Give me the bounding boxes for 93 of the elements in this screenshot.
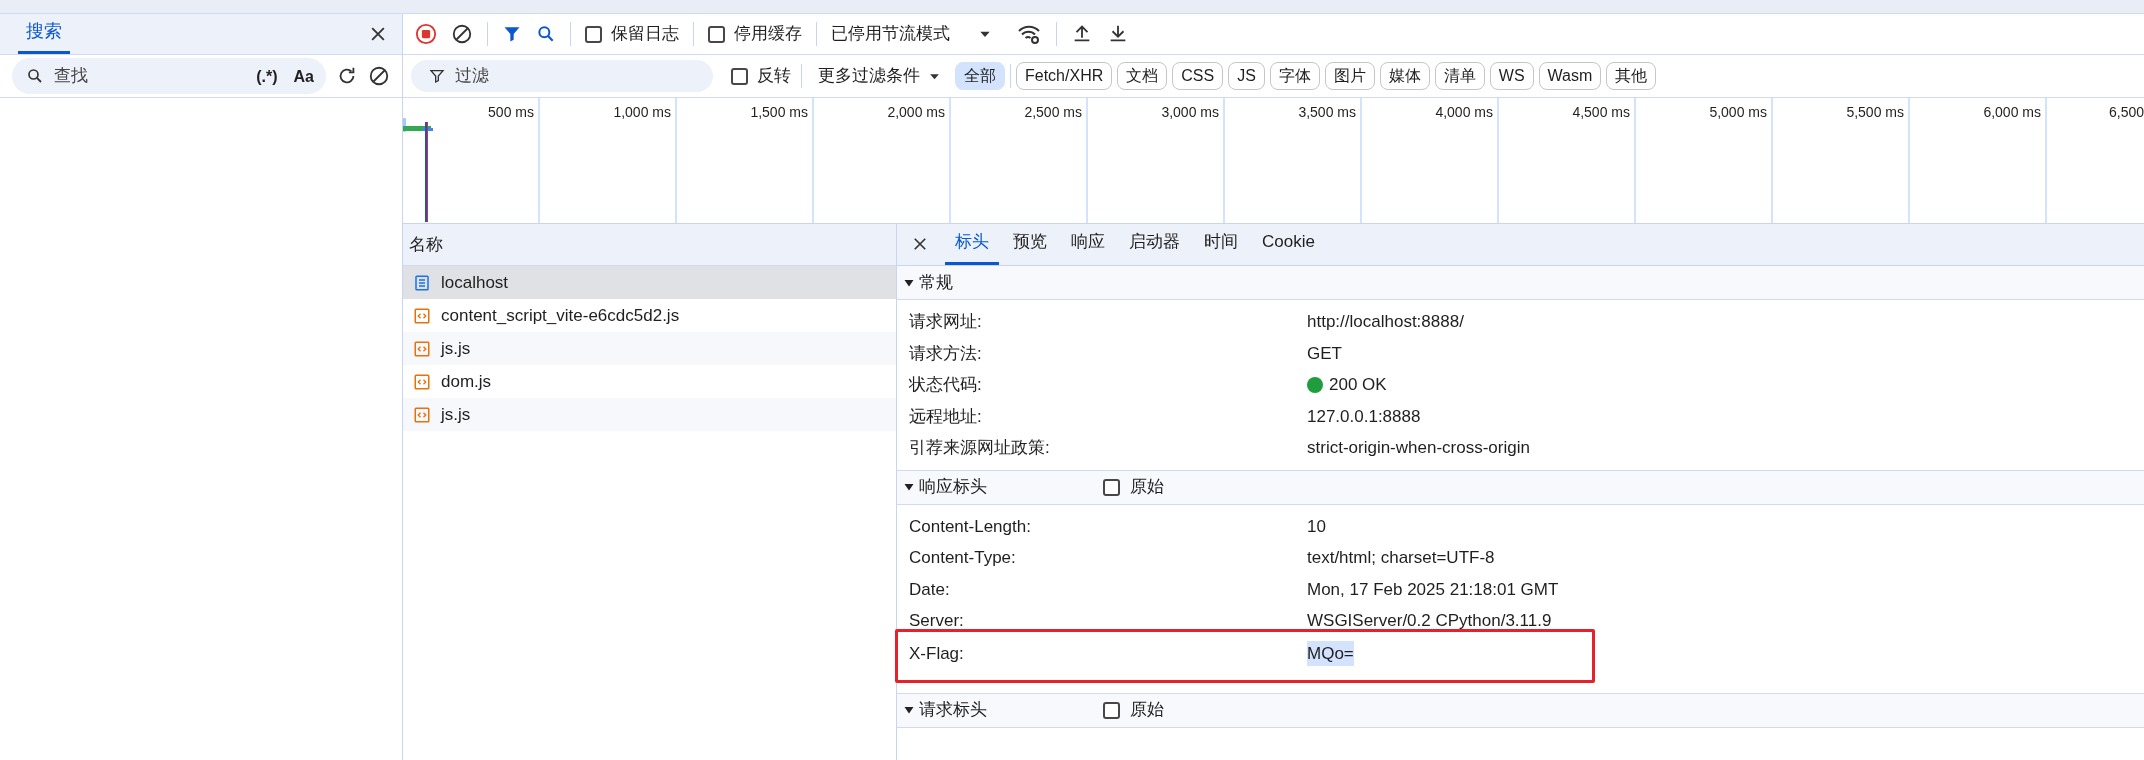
- timeline-tick: 2,500 ms: [1024, 103, 1082, 122]
- timeline-tick: 500 ms: [488, 103, 534, 122]
- type-filter-chip[interactable]: 图片: [1324, 62, 1375, 90]
- details-tab[interactable]: Cookie: [1252, 228, 1325, 265]
- script-icon[interactable]: [413, 339, 431, 358]
- timeline-tick: 6,500: [2108, 103, 2144, 122]
- details-tab[interactable]: 启动器: [1119, 228, 1190, 265]
- checkbox[interactable]: [731, 67, 748, 85]
- throttle-dropdown[interactable]: 已停用节流模式: [831, 21, 992, 47]
- type-filter-chip[interactable]: Wasm: [1538, 62, 1602, 90]
- timeline-tick: 3,500 ms: [1298, 103, 1356, 122]
- header-value: Mon, 17 Feb 2025 21:18:01 GMT: [1307, 578, 1559, 601]
- search-tab[interactable]: 搜索: [18, 18, 70, 54]
- timeline-tick: 6,000 ms: [1983, 103, 2041, 122]
- type-filter-chip[interactable]: CSS: [1172, 62, 1224, 90]
- header-name: Server:: [909, 610, 965, 632]
- filter-field[interactable]: 过滤: [411, 60, 713, 92]
- checkbox[interactable]: [708, 25, 725, 43]
- section-header[interactable]: 响应标头: [903, 474, 1103, 500]
- timeline-tick: 3,000 ms: [1161, 103, 1219, 122]
- type-filter-chip[interactable]: Fetch/XHR: [1016, 62, 1113, 90]
- clear-icon[interactable]: [451, 23, 473, 45]
- timeline-tick: 5,500 ms: [1846, 103, 1904, 122]
- type-filter-chip[interactable]: 清单: [1434, 62, 1485, 90]
- request-name: js.js: [441, 403, 471, 426]
- header-value: GET: [1307, 342, 1342, 365]
- request-row[interactable]: localhost: [403, 266, 896, 299]
- header-value: 200 OK: [1307, 372, 1387, 398]
- stop-recording-icon[interactable]: [415, 23, 437, 45]
- details-tab[interactable]: 响应: [1061, 228, 1115, 265]
- header-name: X-Flag:: [909, 642, 965, 665]
- header-name: Date:: [909, 578, 951, 601]
- header-value: strict-origin-when-cross-origin: [1307, 437, 1530, 459]
- timeline-tick: 1,000 ms: [613, 103, 671, 122]
- request-row[interactable]: js.js: [403, 398, 896, 431]
- timeline-tick: 2,000 ms: [887, 103, 945, 122]
- timeline-tick: 5,000 ms: [1709, 103, 1767, 122]
- header-name: 状态代码:: [909, 374, 983, 396]
- header-name: Content-Type:: [909, 547, 1017, 569]
- regex-button[interactable]: (.*): [256, 65, 278, 89]
- checkbox[interactable]: [1103, 478, 1120, 496]
- request-name: localhost: [441, 271, 509, 294]
- checkbox[interactable]: [585, 25, 602, 43]
- script-icon[interactable]: [413, 405, 431, 424]
- document-icon[interactable]: [413, 273, 431, 292]
- header-value: WSGIServer/0.2 CPython/3.11.9: [1307, 610, 1552, 632]
- details-tab[interactable]: 时间: [1194, 228, 1248, 265]
- timeline-tick: 1,500 ms: [750, 103, 808, 122]
- type-filter-chip[interactable]: 字体: [1269, 62, 1320, 90]
- search-icon[interactable]: [26, 67, 44, 85]
- request-name: js.js: [441, 337, 471, 360]
- script-icon[interactable]: [413, 372, 431, 391]
- column-header: 名称: [403, 224, 896, 266]
- type-filter-chip[interactable]: 全部: [955, 62, 1005, 90]
- clear-icon[interactable]: [368, 65, 390, 87]
- type-filter-chip[interactable]: 文档: [1117, 62, 1168, 90]
- checkbox-label[interactable]: 原始: [1130, 474, 1164, 500]
- request-row[interactable]: js.js: [403, 332, 896, 365]
- search-icon[interactable]: [536, 24, 556, 44]
- type-filter-chip[interactable]: JS: [1228, 62, 1265, 90]
- header-value: 127.0.0.1:8888: [1307, 405, 1421, 428]
- header-name: Content-Length:: [909, 515, 1032, 538]
- timeline-tick: 4,000 ms: [1435, 103, 1493, 122]
- header-value: MQo=: [1307, 640, 1354, 666]
- timeline-tick: 4,500 ms: [1572, 103, 1630, 122]
- header-value: http://localhost:8888/: [1307, 311, 1464, 333]
- header-name: 引荐来源网址政策:: [909, 437, 1051, 459]
- header-name: 远程地址:: [909, 405, 983, 428]
- checkbox-label[interactable]: 原始: [1130, 697, 1164, 723]
- checkbox-label[interactable]: 反转: [757, 63, 791, 89]
- filter-icon[interactable]: [502, 24, 522, 44]
- more-filters-dropdown[interactable]: 更多过滤条件: [818, 63, 941, 89]
- filter-icon[interactable]: [429, 68, 445, 84]
- header-value: 10: [1307, 515, 1326, 538]
- checkbox-label[interactable]: 停用缓存: [734, 21, 802, 47]
- expand-triangle-icon[interactable]: [903, 481, 915, 493]
- type-filter-chip[interactable]: WS: [1489, 62, 1534, 90]
- script-icon[interactable]: [413, 306, 431, 325]
- request-name: dom.js: [441, 370, 492, 393]
- request-name: content_script_vite-e6cdc5d2.js: [441, 304, 680, 327]
- match-case-button[interactable]: Aa: [293, 65, 314, 89]
- type-filter-chip[interactable]: 其他: [1606, 62, 1657, 90]
- section-header[interactable]: 请求标头: [903, 697, 1103, 723]
- type-filter-chip[interactable]: 媒体: [1379, 62, 1430, 90]
- header-name: 请求网址:: [909, 311, 983, 333]
- details-tab[interactable]: 预览: [1003, 228, 1057, 265]
- expand-triangle-icon[interactable]: [903, 704, 915, 716]
- close-icon[interactable]: [911, 235, 929, 253]
- header-name: 请求方法:: [909, 342, 983, 365]
- header-value: text/html; charset=UTF-8: [1307, 547, 1495, 569]
- checkbox-label[interactable]: 保留日志: [611, 21, 679, 47]
- checkbox[interactable]: [1103, 701, 1120, 719]
- section-header[interactable]: 常规: [903, 269, 1103, 296]
